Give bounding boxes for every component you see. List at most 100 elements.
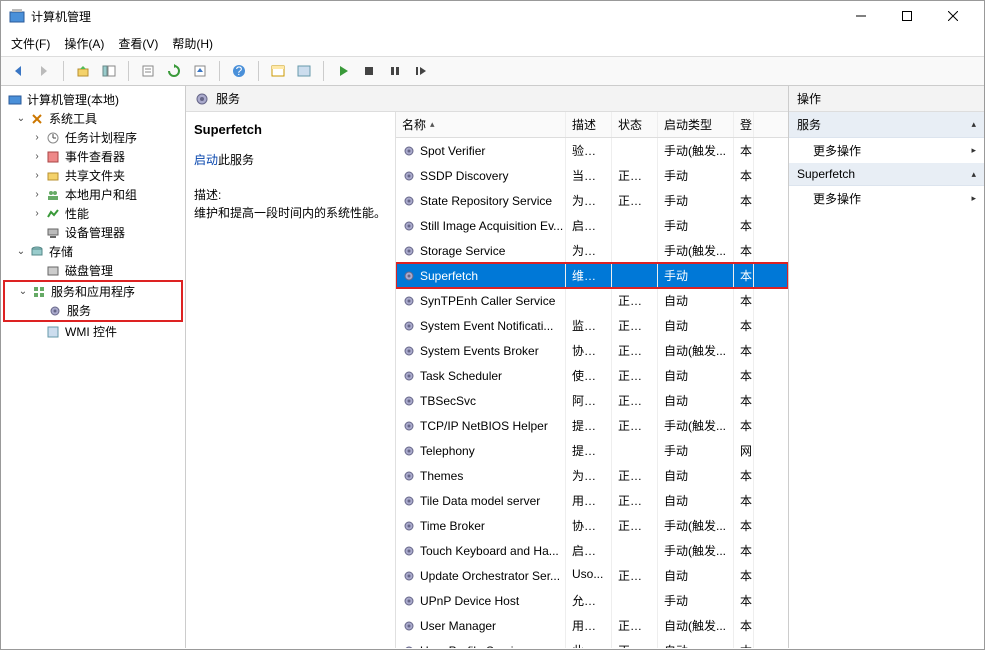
svc-logon: 本 bbox=[734, 313, 754, 338]
forward-button[interactable] bbox=[33, 60, 55, 82]
gear-icon bbox=[402, 219, 416, 233]
action-label: 更多操作 bbox=[813, 142, 861, 159]
service-row[interactable]: SynTPEnh Caller Service正在...自动本 bbox=[396, 288, 788, 313]
back-button[interactable] bbox=[7, 60, 29, 82]
svc-desc: 用于... bbox=[566, 488, 612, 513]
tree-users[interactable]: ›本地用户和组 bbox=[3, 185, 183, 204]
gear-icon bbox=[402, 469, 416, 483]
svc-name: System Events Broker bbox=[420, 344, 539, 358]
refresh-button[interactable] bbox=[163, 60, 185, 82]
tree-svcapps[interactable]: ⌄服务和应用程序 bbox=[5, 282, 181, 301]
service-row[interactable]: Tile Data model server用于...正在...自动本 bbox=[396, 488, 788, 513]
service-row[interactable]: Storage Service为存...手动(触发...本 bbox=[396, 238, 788, 263]
svc-startup: 手动 bbox=[658, 163, 734, 188]
restart-button[interactable] bbox=[410, 60, 432, 82]
action-group-selected[interactable]: Superfetch ▴ bbox=[789, 163, 984, 186]
service-row[interactable]: Telephony提供...手动网 bbox=[396, 438, 788, 463]
menu-view[interactable]: 查看(V) bbox=[118, 35, 158, 52]
col-status[interactable]: 状态 bbox=[612, 112, 658, 137]
svc-startup: 手动 bbox=[658, 188, 734, 213]
service-row[interactable]: TBSecSvc阿里...正在...自动本 bbox=[396, 388, 788, 413]
svc-logon: 本 bbox=[734, 263, 754, 288]
find-button[interactable] bbox=[293, 60, 315, 82]
close-button[interactable] bbox=[930, 1, 976, 31]
svc-status: 正在... bbox=[612, 163, 658, 188]
service-row[interactable]: Task Scheduler使用...正在...自动本 bbox=[396, 363, 788, 388]
tree-diskmgr[interactable]: 磁盘管理 bbox=[3, 261, 183, 280]
properties-button[interactable] bbox=[137, 60, 159, 82]
col-startup[interactable]: 启动类型 bbox=[658, 112, 734, 137]
gear-icon bbox=[402, 444, 416, 458]
svc-desc: 阿里... bbox=[566, 388, 612, 413]
service-row[interactable]: Themes为用...正在...自动本 bbox=[396, 463, 788, 488]
action-more-1[interactable]: 更多操作 ▸ bbox=[789, 138, 984, 163]
menu-help[interactable]: 帮助(H) bbox=[172, 35, 213, 52]
service-row[interactable]: User Manager用户...正在...自动(触发...本 bbox=[396, 613, 788, 638]
svc-desc: 为应... bbox=[566, 188, 612, 213]
service-row[interactable]: State Repository Service为应...正在...手动本 bbox=[396, 188, 788, 213]
tree-label: 服务 bbox=[67, 302, 91, 319]
service-row[interactable]: System Event Notificati...监视...正在...自动本 bbox=[396, 313, 788, 338]
list-body[interactable]: Spot Verifier验证...手动(触发...本SSDP Discover… bbox=[396, 138, 788, 648]
service-row[interactable]: Superfetch维护...手动本 bbox=[396, 263, 788, 288]
tree-services[interactable]: 服务 bbox=[5, 301, 181, 320]
play-button[interactable] bbox=[332, 60, 354, 82]
tree-shared[interactable]: ›共享文件夹 bbox=[3, 166, 183, 185]
stop-button[interactable] bbox=[358, 60, 380, 82]
filter-button[interactable] bbox=[267, 60, 289, 82]
start-link[interactable]: 启动 bbox=[194, 153, 218, 167]
tree-tasks[interactable]: ›任务计划程序 bbox=[3, 128, 183, 147]
tree-systools[interactable]: ⌄ 系统工具 bbox=[3, 109, 183, 128]
col-desc[interactable]: 描述 bbox=[566, 112, 612, 137]
action-more-2[interactable]: 更多操作 ▸ bbox=[789, 186, 984, 211]
col-logon[interactable]: 登 bbox=[734, 112, 754, 137]
tree-devmgr[interactable]: 设备管理器 bbox=[3, 223, 183, 242]
tree-label: 事件查看器 bbox=[65, 148, 125, 165]
minimize-button[interactable] bbox=[838, 1, 884, 31]
service-row[interactable]: System Events Broker协调...正在...自动(触发...本 bbox=[396, 338, 788, 363]
svc-startup: 手动(触发... bbox=[658, 238, 734, 263]
gear-icon bbox=[402, 269, 416, 283]
service-row[interactable]: Spot Verifier验证...手动(触发...本 bbox=[396, 138, 788, 163]
svc-name: TBSecSvc bbox=[420, 394, 476, 408]
up-folder-button[interactable] bbox=[72, 60, 94, 82]
menu-file[interactable]: 文件(F) bbox=[11, 35, 50, 52]
actions-pane: 操作 服务 ▴ 更多操作 ▸ Superfetch ▴ 更多操作 ▸ bbox=[789, 86, 984, 648]
show-hide-tree-button[interactable] bbox=[98, 60, 120, 82]
service-row[interactable]: User Profile Service此服...正在...自动本 bbox=[396, 638, 788, 648]
action-group-services[interactable]: 服务 ▴ bbox=[789, 112, 984, 138]
service-row[interactable]: Update Orchestrator Ser...Uso...正在...自动本 bbox=[396, 563, 788, 588]
tree-root[interactable]: 计算机管理(本地) bbox=[3, 90, 183, 109]
svc-status: 正在... bbox=[612, 563, 658, 588]
tree-storage[interactable]: ⌄存储 bbox=[3, 242, 183, 261]
service-row[interactable]: UPnP Device Host允许 ...手动本 bbox=[396, 588, 788, 613]
svc-logon: 本 bbox=[734, 338, 754, 363]
tree-wmi[interactable]: WMI 控件 bbox=[3, 322, 183, 341]
tree-events[interactable]: ›事件查看器 bbox=[3, 147, 183, 166]
menu-action[interactable]: 操作(A) bbox=[64, 35, 104, 52]
pause-button[interactable] bbox=[384, 60, 406, 82]
submenu-icon: ▸ bbox=[971, 193, 976, 204]
service-row[interactable]: Touch Keyboard and Ha...启用...手动(触发...本 bbox=[396, 538, 788, 563]
svc-desc: 此服... bbox=[566, 638, 612, 648]
service-row[interactable]: Time Broker协调...正在...手动(触发...本 bbox=[396, 513, 788, 538]
help-button[interactable]: ? bbox=[228, 60, 250, 82]
service-row[interactable]: Still Image Acquisition Ev...启动...手动本 bbox=[396, 213, 788, 238]
tree-label: 计算机管理(本地) bbox=[27, 91, 119, 108]
maximize-button[interactable] bbox=[884, 1, 930, 31]
svc-startup: 手动(触发... bbox=[658, 138, 734, 163]
col-name[interactable]: 名称▴ bbox=[396, 112, 566, 137]
svc-startup: 自动 bbox=[658, 563, 734, 588]
export-button[interactable] bbox=[189, 60, 211, 82]
service-row[interactable]: TCP/IP NetBIOS Helper提供...正在...手动(触发...本 bbox=[396, 413, 788, 438]
svc-status: 正在... bbox=[612, 188, 658, 213]
tree-perf[interactable]: ›性能 bbox=[3, 204, 183, 223]
separator bbox=[323, 61, 324, 81]
navigation-tree[interactable]: 计算机管理(本地) ⌄ 系统工具 ›任务计划程序 ›事件查看器 ›共享文件夹 ›… bbox=[1, 86, 186, 648]
window-title: 计算机管理 bbox=[31, 8, 838, 25]
service-row[interactable]: SSDP Discovery当发...正在...手动本 bbox=[396, 163, 788, 188]
svc-desc: 维护... bbox=[566, 263, 612, 288]
gear-icon bbox=[402, 194, 416, 208]
svc-status bbox=[612, 238, 658, 263]
apps-icon bbox=[31, 284, 47, 300]
